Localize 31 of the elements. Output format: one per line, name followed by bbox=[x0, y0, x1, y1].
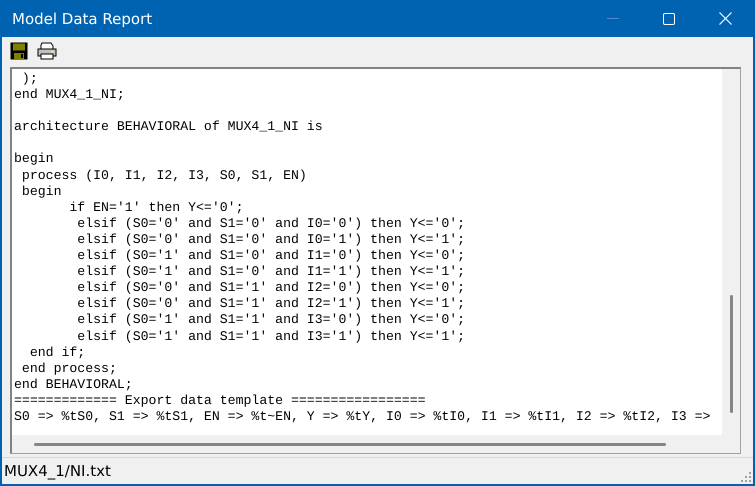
vertical-scrollbar-thumb[interactable] bbox=[730, 295, 732, 413]
printer-icon bbox=[37, 42, 57, 60]
maximize-icon bbox=[663, 12, 675, 24]
code-line: end process; bbox=[20, 360, 118, 377]
code-line: begin bbox=[20, 184, 62, 200]
code-line: elsif (S0='0' and S1='0' and I0='1') then Y<='1'; bbox=[76, 232, 466, 248]
code-line: if EN='1' then Y<='0'; bbox=[68, 200, 244, 216]
resize-grip-icon bbox=[741, 472, 751, 482]
window-title: Model Data Report bbox=[12, 10, 154, 28]
code-line: elsif (S0='1' and S1='0' and I1='0') then Y<='0'; bbox=[76, 248, 466, 264]
status-text: MUX4_1/NI.txt bbox=[4, 462, 111, 480]
code-line: end if; bbox=[28, 344, 86, 361]
code-line: architecture BEHAVIORAL of MUX4_1_NI is bbox=[14, 119, 324, 136]
code-line: elsif (S0='0' and S1='1' and I2='1') then Y<='1'; bbox=[76, 296, 466, 312]
code-line: begin bbox=[14, 151, 55, 168]
close-icon bbox=[718, 12, 732, 25]
print-button[interactable] bbox=[36, 40, 58, 62]
code-line: ============= Export data template ================= bbox=[14, 392, 427, 409]
code-line: ); bbox=[20, 71, 39, 88]
code-line: end MUX4_1_NI; bbox=[14, 87, 126, 104]
code-line: elsif (S0='1' and S1='1' and I3='0') then Y<='0'; bbox=[76, 312, 466, 328]
code-line: end BEHAVIORAL; bbox=[14, 376, 134, 393]
code-line: elsif (S0='1' and S1='1' and I3='1') then Y<='1'; bbox=[76, 328, 466, 345]
code-line: elsif (S0='1' and S1='0' and I1='1') then Y<='1'; bbox=[76, 264, 466, 280]
code-line: S0 => %tS0, S1 => %tS1, EN => %t~EN, Y => %tY, I0 => %tI0, I1 => %tI1, I2 => %tI2, I3 => bbox=[14, 408, 712, 426]
save-button[interactable] bbox=[8, 40, 30, 62]
code-line: process (I0, I1, I2, I3, S0, S1, EN) bbox=[20, 168, 308, 184]
minimize-icon bbox=[607, 18, 619, 20]
code-line: elsif (S0='0' and S1='1' and I2='0') then Y<='0'; bbox=[76, 280, 466, 296]
code-line: elsif (S0='0' and S1='0' and I0='0') then Y<='0'; bbox=[76, 216, 466, 232]
horizontal-scrollbar-thumb[interactable] bbox=[34, 442, 666, 446]
